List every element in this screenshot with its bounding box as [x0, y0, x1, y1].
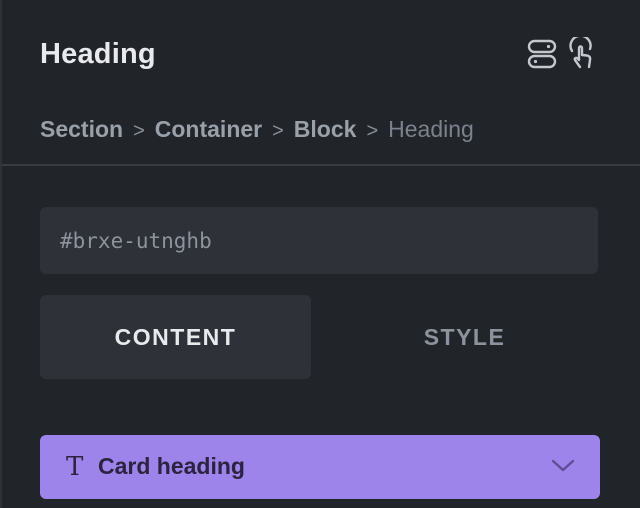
structure-button[interactable]	[524, 38, 560, 74]
structure-icon	[526, 38, 558, 75]
text-type-icon: T	[66, 452, 84, 482]
header-divider	[2, 164, 640, 166]
breadcrumb-separator: >	[133, 120, 145, 142]
breadcrumb-current: Heading	[388, 116, 474, 142]
breadcrumb-separator: >	[272, 120, 284, 142]
pointer-button[interactable]	[564, 34, 600, 76]
tab-content[interactable]: CONTENT	[40, 295, 311, 379]
accordion-label: Card heading	[98, 453, 245, 479]
card-heading-accordion[interactable]: T Card heading	[40, 435, 600, 499]
breadcrumb: Section > Container > Block > Heading	[40, 116, 474, 143]
breadcrumb-separator: >	[366, 120, 379, 142]
breadcrumb-block[interactable]: Block	[294, 116, 357, 142]
pointer-hand-icon	[566, 34, 598, 76]
panel-title: Heading	[40, 38, 156, 70]
panel-tabs: CONTENT STYLE	[40, 295, 600, 379]
breadcrumb-container[interactable]: Container	[155, 116, 262, 142]
chevron-down-icon	[550, 457, 576, 480]
panel-header: Heading	[40, 34, 600, 78]
breadcrumb-section[interactable]: Section	[40, 116, 123, 142]
element-id-input[interactable]	[40, 207, 598, 274]
element-panel: Heading Section > Container > Block > Headi	[0, 0, 640, 508]
tab-style[interactable]: STYLE	[329, 295, 600, 379]
